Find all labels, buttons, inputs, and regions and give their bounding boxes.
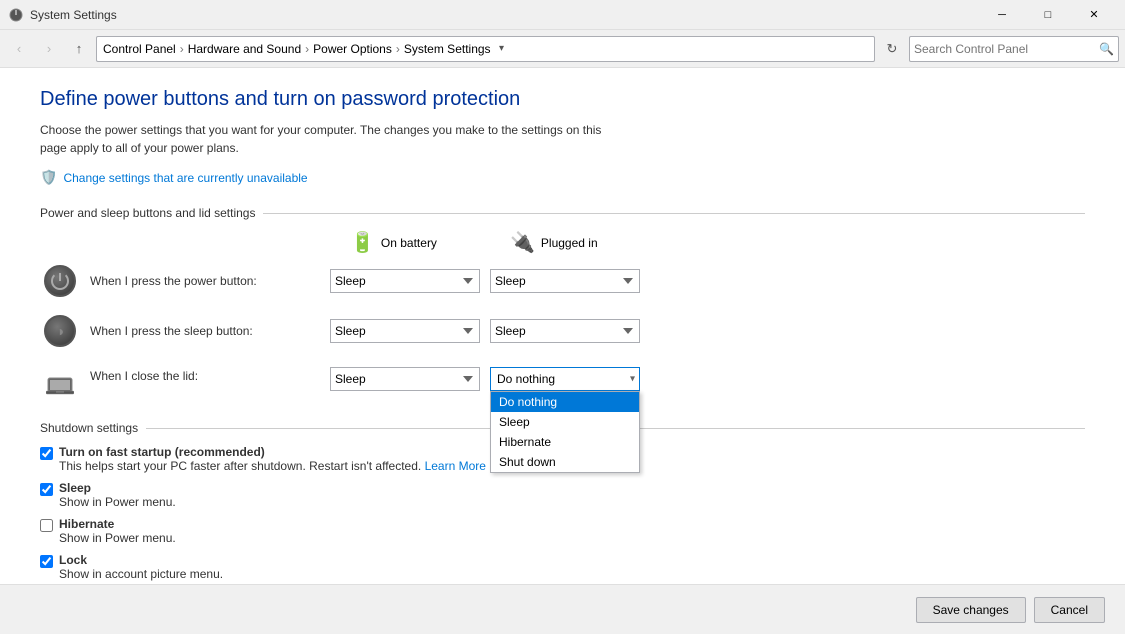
sleep-button-dropdowns: Sleep Do nothing Hibernate Shut down Sle…: [330, 319, 640, 343]
back-button[interactable]: ‹: [6, 36, 32, 62]
plug-icon: 🔌: [510, 230, 535, 255]
sleep-circle-icon: ◑: [44, 315, 76, 347]
sleep-checkbox-row: Sleep Show in Power menu.: [40, 481, 1085, 509]
power-battery-dropdown[interactable]: Sleep Do nothing Hibernate Shut down: [330, 269, 480, 293]
dropdown-option-shut-down[interactable]: Shut down: [491, 452, 639, 472]
page-title: Define power buttons and turn on passwor…: [40, 88, 1085, 111]
dropdown-option-hibernate[interactable]: Hibernate: [491, 432, 639, 452]
lid-battery-dropdown[interactable]: Sleep Do nothing Hibernate Shut down: [330, 367, 480, 391]
lock-checkbox-sublabel: Show in account picture menu.: [59, 567, 223, 581]
maximize-button[interactable]: □: [1025, 0, 1071, 30]
lid-laptop-icon: [44, 369, 76, 401]
minimize-button[interactable]: ─: [979, 0, 1025, 30]
power-plugged-dropdown[interactable]: Sleep Do nothing Hibernate Shut down: [490, 269, 640, 293]
power-circle-icon: [44, 265, 76, 297]
addressbar: ‹ › ↑ Control Panel › Hardware and Sound…: [0, 30, 1125, 68]
hibernate-checkbox[interactable]: [40, 519, 53, 532]
learn-more-link[interactable]: Learn More: [425, 459, 486, 473]
lid-dropdowns: Sleep Do nothing Hibernate Shut down Do …: [330, 365, 640, 391]
sleep-checkbox-sublabel: Show in Power menu.: [59, 495, 176, 509]
lid-label: When I close the lid:: [90, 365, 330, 383]
sleep-button-label: When I press the sleep button:: [90, 324, 330, 338]
sleep-checkbox-label[interactable]: Sleep: [59, 481, 176, 495]
column-headers: 🔋 On battery 🔌 Plugged in: [350, 230, 1085, 255]
lid-plugged-dropdown-list: Do nothing Sleep Hibernate Shut down: [490, 391, 640, 473]
window-controls: ─ □ ✕: [979, 0, 1117, 30]
hibernate-checkbox-label[interactable]: Hibernate: [59, 517, 176, 531]
fast-startup-label[interactable]: Turn on fast startup (recommended): [59, 445, 486, 459]
lock-checkbox-label[interactable]: Lock: [59, 553, 223, 567]
page-description: Choose the power settings that you want …: [40, 121, 620, 157]
fast-startup-sublabel: This helps start your PC faster after sh…: [59, 459, 486, 473]
hibernate-checkbox-sublabel: Show in Power menu.: [59, 531, 176, 545]
col-battery-header: 🔋 On battery: [350, 230, 510, 255]
sleep-icon-wrap: ◑: [40, 311, 80, 351]
battery-icon: 🔋: [350, 230, 375, 255]
up-button[interactable]: ↑: [66, 36, 92, 62]
refresh-button[interactable]: ↻: [879, 36, 905, 62]
dropdown-option-do-nothing[interactable]: Do nothing: [491, 392, 639, 412]
change-settings-link[interactable]: Change settings that are currently unava…: [63, 171, 307, 185]
app-icon: [8, 7, 24, 23]
titlebar: System Settings ─ □ ✕: [0, 0, 1125, 30]
sleep-button-row: ◑ When I press the sleep button: Sleep D…: [40, 311, 1085, 351]
search-input[interactable]: [914, 42, 1099, 56]
shield-icon: 🛡️: [40, 169, 57, 186]
power-button-label: When I press the power button:: [90, 274, 330, 288]
col-plugged-header: 🔌 Plugged in: [510, 230, 670, 255]
breadcrumb-hardware-sound[interactable]: Hardware and Sound: [188, 42, 301, 56]
lid-plugged-dropdown-button[interactable]: Do nothing: [490, 367, 640, 391]
power-button-row: When I press the power button: Sleep Do …: [40, 261, 1085, 301]
footer: Save changes Cancel: [0, 584, 1125, 634]
cancel-button[interactable]: Cancel: [1034, 597, 1105, 623]
lid-icon-wrap: [40, 365, 80, 405]
lid-row: When I close the lid: Sleep Do nothing H…: [40, 361, 1085, 405]
window-title: System Settings: [30, 8, 979, 22]
sleep-plugged-dropdown[interactable]: Sleep Do nothing Hibernate Shut down: [490, 319, 640, 343]
forward-button[interactable]: ›: [36, 36, 62, 62]
breadcrumb-power-options[interactable]: Power Options: [313, 42, 392, 56]
hibernate-checkbox-row: Hibernate Show in Power menu.: [40, 517, 1085, 545]
breadcrumb-bar: Control Panel › Hardware and Sound › Pow…: [96, 36, 875, 62]
search-icon: 🔍: [1099, 42, 1114, 56]
breadcrumb-dropdown-button[interactable]: ▾: [493, 36, 511, 62]
fast-startup-checkbox[interactable]: [40, 447, 53, 460]
lid-plugged-dropdown-container: Do nothing Do nothing Sleep Hibernate Sh…: [490, 367, 640, 391]
breadcrumb-system-settings[interactable]: System Settings: [404, 42, 491, 56]
save-changes-button[interactable]: Save changes: [916, 597, 1026, 623]
search-box: 🔍: [909, 36, 1119, 62]
close-button[interactable]: ✕: [1071, 0, 1117, 30]
sleep-battery-dropdown[interactable]: Sleep Do nothing Hibernate Shut down: [330, 319, 480, 343]
power-button-dropdowns: Sleep Do nothing Hibernate Shut down Sle…: [330, 269, 640, 293]
dropdown-option-sleep[interactable]: Sleep: [491, 412, 639, 432]
breadcrumb-control-panel[interactable]: Control Panel: [103, 42, 176, 56]
lock-checkbox-row: Lock Show in account picture menu.: [40, 553, 1085, 581]
lid-plugged-selected: Do nothing: [497, 372, 555, 386]
sleep-checkbox[interactable]: [40, 483, 53, 496]
section-power-header: Power and sleep buttons and lid settings: [40, 206, 1085, 220]
power-icon-wrap: [40, 261, 80, 301]
content-area: Define power buttons and turn on passwor…: [0, 68, 1125, 584]
lock-checkbox[interactable]: [40, 555, 53, 568]
main-content: Define power buttons and turn on passwor…: [0, 68, 1125, 634]
change-link-row: 🛡️ Change settings that are currently un…: [40, 169, 1085, 186]
